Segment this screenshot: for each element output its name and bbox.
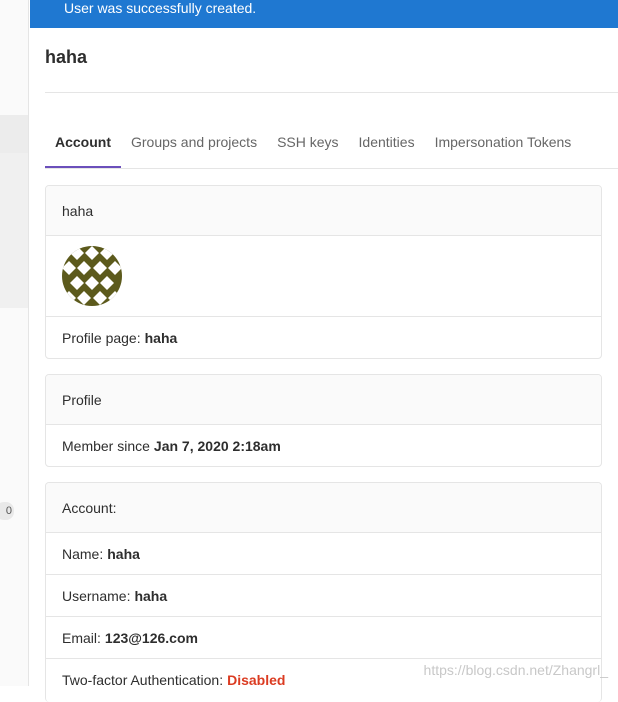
identicon-icon: [62, 246, 122, 306]
member-since-row: Member since Jan 7, 2020 2:18am: [46, 425, 601, 466]
user-tabs: Account Groups and projects SSH keys Ide…: [45, 122, 618, 169]
flash-notice: User was successfully created.: [30, 0, 618, 28]
email-label: Email:: [62, 629, 101, 646]
profile-page-row: Profile page: haha: [46, 317, 601, 358]
tab-ssh-keys[interactable]: SSH keys: [267, 122, 348, 168]
member-since-label: Member since: [62, 437, 150, 454]
page-title: haha: [45, 47, 88, 67]
email-value[interactable]: 123@126.com: [105, 630, 198, 646]
sidebar-active-item[interactable]: [0, 115, 28, 153]
tab-groups-and-projects[interactable]: Groups and projects: [121, 122, 267, 168]
name-label: Name:: [62, 545, 104, 562]
avatar-row: [46, 236, 601, 317]
account-card-header: Account:: [46, 483, 601, 533]
email-row: Email: 123@126.com: [46, 617, 601, 659]
name-value: haha: [107, 545, 140, 562]
username-row: Username: haha: [46, 575, 601, 617]
member-since-value: Jan 7, 2020 2:18am: [153, 437, 281, 454]
sidebar-count-badge: 0: [0, 502, 14, 520]
user-card-header: haha: [46, 186, 601, 236]
left-sidebar: 0: [0, 0, 29, 686]
username-label: Username:: [62, 587, 131, 604]
name-row: Name: haha: [46, 533, 601, 575]
flash-message: User was successfully created.: [64, 0, 257, 16]
watermark: https://blog.csdn.net/Zhangrl_: [423, 662, 608, 678]
tab-account[interactable]: Account: [45, 122, 121, 168]
username-value: haha: [134, 587, 168, 604]
tab-impersonation-tokens[interactable]: Impersonation Tokens: [425, 122, 582, 168]
profile-card-header: Profile: [46, 375, 601, 425]
tab-identities[interactable]: Identities: [349, 122, 425, 168]
profile-card: Profile Member since Jan 7, 2020 2:18am: [45, 374, 602, 467]
user-card: haha Profile page: haha: [45, 185, 602, 359]
sidebar-section: [0, 153, 28, 308]
title-divider: [45, 92, 618, 93]
profile-page-value[interactable]: haha: [145, 330, 178, 346]
avatar: [62, 246, 122, 306]
profile-page-label: Profile page:: [62, 329, 141, 346]
